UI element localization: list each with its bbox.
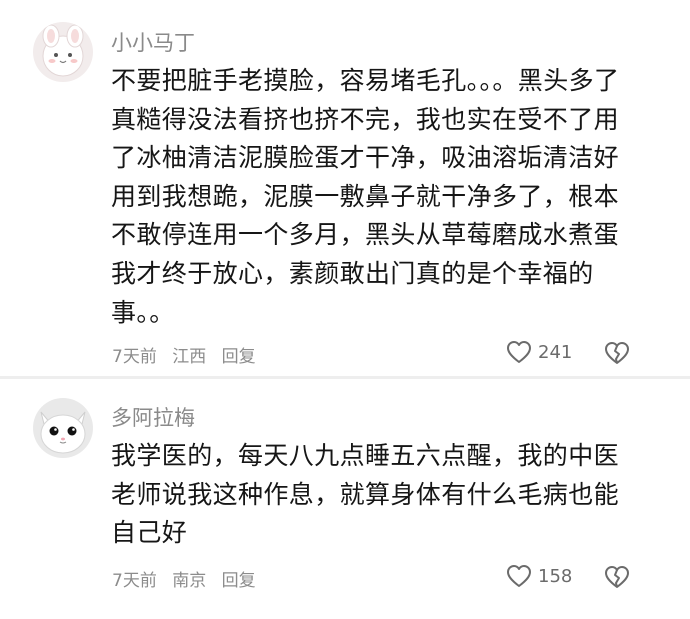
like-button[interactable]: 241 [506, 340, 572, 364]
comment-location: 江西 [172, 347, 207, 367]
reply-button[interactable]: 回复 [222, 571, 256, 591]
comment-meta: 7天前 南京 回复 [112, 566, 266, 591]
comment-item: 小小马丁 不要把脏手老摸脸，容易堵毛孔。。。黑头多了真糙得没法看挤也挤不完，我也… [0, 0, 690, 378]
kitten-avatar-icon [33, 398, 93, 458]
comment-text: 不要把脏手老摸脸，容易堵毛孔。。。黑头多了真糙得没法看挤也挤不完，我也实在受不了… [111, 66, 620, 327]
comment-time: 7天前 [112, 347, 157, 367]
heart-icon [507, 565, 531, 587]
reply-button[interactable]: 回复 [222, 347, 256, 367]
comment-divider [0, 376, 690, 379]
comment-time: 7天前 [112, 571, 157, 591]
username[interactable]: 小小马丁 [111, 27, 195, 57]
like-button[interactable]: 158 [506, 564, 572, 588]
bunny-avatar-icon [33, 22, 93, 82]
comment-item: 多阿拉梅 我学医的，每天八九点睡五六点醒，我的中医老师说我这种作息，就算身体有什… [0, 380, 690, 619]
like-count: 158 [538, 565, 573, 587]
like-count: 241 [538, 341, 573, 363]
avatar[interactable] [33, 398, 93, 458]
dislike-button[interactable] [604, 565, 630, 593]
username[interactable]: 多阿拉梅 [111, 402, 195, 432]
comment-location: 南京 [172, 571, 207, 591]
dislike-button[interactable] [604, 341, 630, 369]
broken-heart-icon [605, 566, 629, 588]
broken-heart-icon [605, 342, 629, 364]
comment-meta: 7天前 江西 回复 [112, 342, 266, 367]
heart-icon [507, 341, 531, 363]
comment-text: 我学医的，每天八九点睡五六点醒，我的中医老师说我这种作息，就算身体有什么毛病也能… [111, 441, 620, 548]
avatar[interactable] [33, 22, 93, 82]
